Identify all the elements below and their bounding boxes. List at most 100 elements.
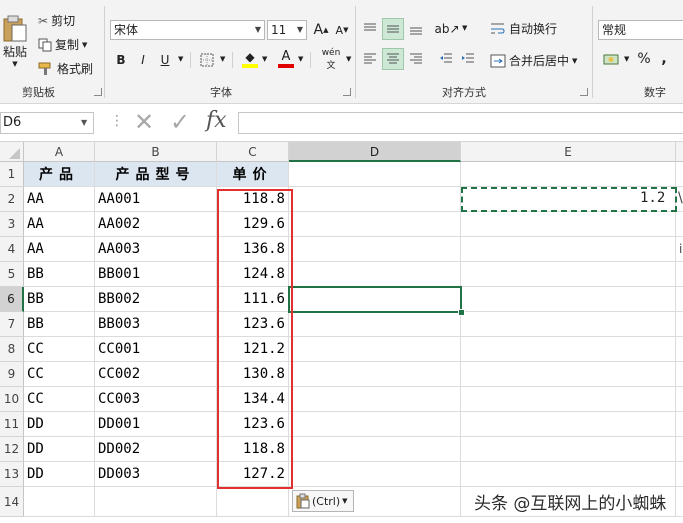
cancel-icon[interactable]: ✕	[134, 108, 154, 136]
cell[interactable]: BB002	[95, 287, 217, 312]
cell[interactable]: 127.2	[217, 462, 289, 487]
row-header[interactable]: 2	[0, 187, 24, 212]
chevron-down-icon[interactable]: ▼	[298, 55, 303, 63]
comma-style-button[interactable]: ,	[656, 48, 672, 70]
cell[interactable]	[461, 212, 676, 237]
cell[interactable]	[676, 212, 683, 237]
column-header-b[interactable]: B	[95, 142, 217, 162]
cell[interactable]	[289, 212, 461, 237]
align-middle-button[interactable]	[382, 18, 404, 40]
fill-color-button[interactable]: ◆	[240, 48, 260, 70]
cell[interactable]	[461, 287, 676, 312]
cell[interactable]: AA001	[95, 187, 217, 212]
formula-input[interactable]	[238, 112, 683, 134]
wrap-text-button[interactable]: 自动换行	[490, 20, 557, 37]
column-header-f[interactable]	[676, 142, 683, 162]
cell[interactable]: AA	[24, 212, 95, 237]
paste-button[interactable]: 粘贴 ▼	[0, 10, 30, 72]
cell[interactable]	[676, 287, 683, 312]
chevron-down-icon[interactable]: ▼	[178, 55, 183, 63]
cell[interactable]: BB	[24, 262, 95, 287]
dialog-launcher-icon[interactable]	[94, 88, 102, 96]
cell[interactable]	[676, 387, 683, 412]
fill-handle[interactable]	[458, 309, 465, 316]
cell[interactable]	[289, 187, 461, 212]
cell[interactable]	[461, 462, 676, 487]
cell[interactable]: CC	[24, 387, 95, 412]
align-top-button[interactable]	[360, 18, 380, 40]
cell[interactable]: 130.8	[217, 362, 289, 387]
header-cell[interactable]: 产品型号	[95, 162, 217, 187]
italic-button[interactable]: I	[134, 50, 152, 70]
cell[interactable]	[461, 437, 676, 462]
row-header[interactable]: 5	[0, 262, 24, 287]
cell[interactable]: DD	[24, 437, 95, 462]
copy-button[interactable]: 复制 ▼	[38, 36, 87, 53]
select-all-corner[interactable]	[0, 142, 24, 162]
name-box[interactable]: D6 ▼	[0, 112, 94, 134]
cell[interactable]	[676, 412, 683, 437]
font-name-combo[interactable]: 宋体 ▼	[110, 20, 265, 40]
header-cell[interactable]: 产品	[24, 162, 95, 187]
active-cell-d6[interactable]	[288, 286, 462, 313]
row-header[interactable]: 4	[0, 237, 24, 262]
chevron-down-icon[interactable]: ▼	[81, 118, 87, 127]
cell[interactable]	[676, 262, 683, 287]
chevron-down-icon[interactable]: ▼	[262, 55, 267, 63]
cell[interactable]: DD001	[95, 412, 217, 437]
underline-button[interactable]: U	[156, 50, 174, 70]
cell[interactable]: CC	[24, 337, 95, 362]
cell[interactable]: DD	[24, 412, 95, 437]
column-header-d[interactable]: D	[289, 142, 461, 162]
cell[interactable]	[461, 362, 676, 387]
cell[interactable]	[676, 362, 683, 387]
cell[interactable]	[676, 162, 683, 187]
cell[interactable]	[289, 387, 461, 412]
cell[interactable]: DD003	[95, 462, 217, 487]
column-header-c[interactable]: C	[217, 142, 289, 162]
cell[interactable]	[289, 462, 461, 487]
cell[interactable]: 124.8	[217, 262, 289, 287]
cell[interactable]: DD002	[95, 437, 217, 462]
chevron-down-icon[interactable]: ▼	[220, 55, 225, 63]
cell[interactable]	[289, 237, 461, 262]
insert-function-icon[interactable]: fx	[206, 108, 227, 133]
cell[interactable]	[676, 487, 683, 517]
cell[interactable]	[289, 312, 461, 337]
cell[interactable]	[217, 487, 289, 517]
row-header[interactable]: 3	[0, 212, 24, 237]
cell[interactable]	[461, 337, 676, 362]
cell[interactable]	[676, 337, 683, 362]
align-center-button[interactable]	[382, 48, 404, 70]
align-left-button[interactable]	[360, 48, 380, 70]
cell[interactable]	[676, 437, 683, 462]
grow-font-button[interactable]: A ▲	[312, 20, 330, 40]
column-header-e[interactable]: E	[461, 142, 676, 162]
cell[interactable]: CC002	[95, 362, 217, 387]
number-format-combo[interactable]: 常规	[598, 20, 683, 40]
cell[interactable]: 134.4	[217, 387, 289, 412]
cell[interactable]: AA003	[95, 237, 217, 262]
dialog-launcher-icon[interactable]	[580, 88, 588, 96]
cell[interactable]: 111.6	[217, 287, 289, 312]
cell[interactable]	[676, 462, 683, 487]
cell[interactable]	[289, 162, 461, 187]
cell[interactable]: 123.6	[217, 412, 289, 437]
increase-indent-button[interactable]	[458, 48, 478, 70]
cell[interactable]: 121.2	[217, 337, 289, 362]
row-header[interactable]: 10	[0, 387, 24, 412]
cell[interactable]: CC	[24, 362, 95, 387]
cell[interactable]	[461, 237, 676, 262]
font-color-button[interactable]: A	[276, 48, 296, 70]
row-header[interactable]: 11	[0, 412, 24, 437]
column-header-a[interactable]: A	[24, 142, 95, 162]
e2-value[interactable]: 1.2	[640, 190, 665, 206]
chevron-down-icon[interactable]: ▼	[462, 24, 467, 32]
row-header[interactable]: 7	[0, 312, 24, 337]
font-size-combo[interactable]: 11 ▼	[267, 20, 307, 40]
borders-button[interactable]	[196, 50, 218, 70]
cell[interactable]: 129.6	[217, 212, 289, 237]
cell[interactable]: AA	[24, 237, 95, 262]
cell[interactable]: BB	[24, 287, 95, 312]
row-header[interactable]: 14	[0, 487, 24, 517]
